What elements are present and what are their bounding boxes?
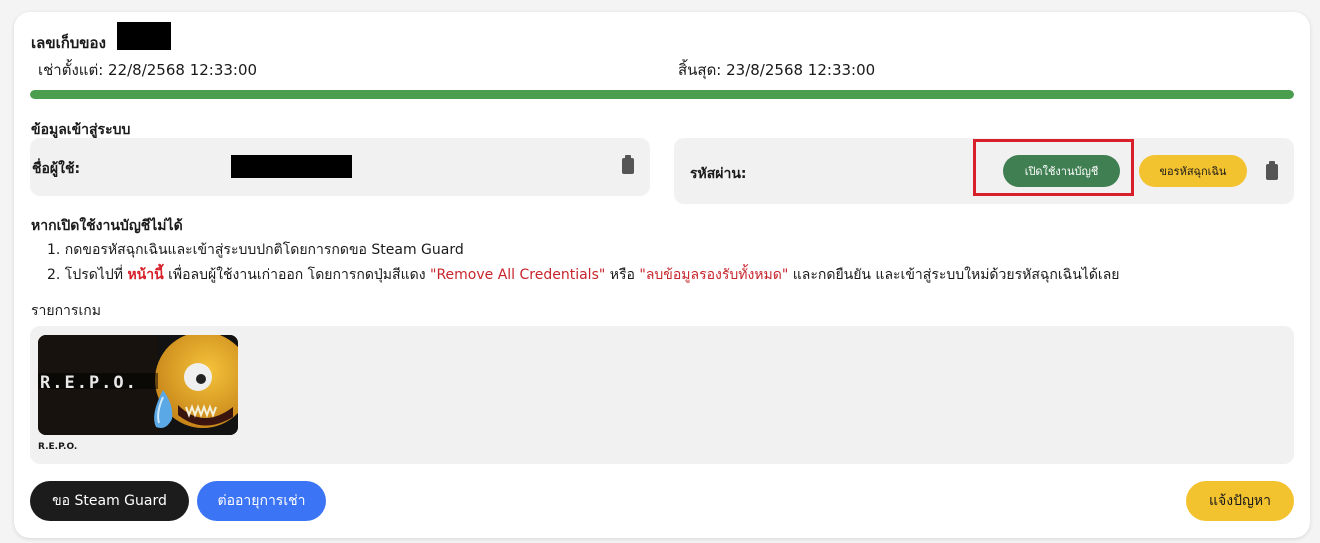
rental-progress-fill bbox=[30, 90, 1294, 99]
help-item-2-mid1: เพื่อลบผู้ใช้งานเก่าออก โดยการกดปุ่มสีแด… bbox=[163, 267, 430, 283]
help-list: 1. กดขอรหัสฉุกเฉินและเข้าสู่ระบบปกติโดยก… bbox=[47, 238, 1119, 288]
password-label: รหัสผ่าน: bbox=[690, 166, 747, 182]
help-item-2: 2. โปรดไปที่ หน้านี้ เพื่อลบผู้ใช้งานเก่… bbox=[47, 263, 1119, 288]
rental-end-date: สิ้นสุด: 23/8/2568 12:33:00 bbox=[678, 61, 876, 79]
help-item-1: 1. กดขอรหัสฉุกเฉินและเข้าสู่ระบบปกติโดยก… bbox=[47, 242, 464, 258]
help-title: หากเปิดใช้งานบัญชีไม่ได้ bbox=[31, 218, 183, 234]
help-item-2-suffix: และกดยืนยัน และเข้าสู่ระบบใหม่ด้วยรหัสฉุ… bbox=[788, 267, 1120, 283]
this-page-link[interactable]: หน้านี้ bbox=[127, 267, 163, 283]
emergency-code-button[interactable]: ขอรหัสฉุกเฉิน bbox=[1139, 155, 1247, 187]
game-logo-text: R.E.P.O. bbox=[40, 373, 138, 393]
rental-progress-bar bbox=[30, 90, 1294, 99]
game-thumbnail[interactable]: R.E.P.O. bbox=[38, 335, 238, 435]
username-label: ชื่อผู้ใช้: bbox=[32, 161, 81, 177]
clipboard-icon[interactable] bbox=[1266, 161, 1278, 180]
remove-credentials-text: "Remove All Credentials" bbox=[430, 267, 606, 283]
rental-title: เลขเก็บของ bbox=[31, 34, 106, 52]
redacted-id bbox=[117, 22, 171, 50]
redacted-username bbox=[231, 155, 352, 178]
request-steam-guard-button[interactable]: ขอ Steam Guard bbox=[30, 481, 189, 521]
extend-rental-button[interactable]: ต่ออายุการเช่า bbox=[197, 481, 326, 521]
clipboard-icon[interactable] bbox=[622, 155, 634, 174]
game-name: R.E.P.O. bbox=[38, 442, 78, 452]
rental-start-date: เช่าตั้งแต่: 22/8/2568 12:33:00 bbox=[38, 61, 258, 79]
help-item-2-mid2: หรือ bbox=[605, 267, 640, 283]
delete-data-text: "ลบข้อมูลรองรับทั้งหมด" bbox=[639, 267, 789, 283]
games-title: รายการเกม bbox=[31, 303, 101, 319]
report-problem-button[interactable]: แจ้งปัญหา bbox=[1186, 481, 1294, 521]
enable-account-button[interactable]: เปิดใช้งานบัญชี bbox=[1003, 155, 1120, 187]
help-item-2-prefix: 2. โปรดไปที่ bbox=[47, 267, 128, 283]
